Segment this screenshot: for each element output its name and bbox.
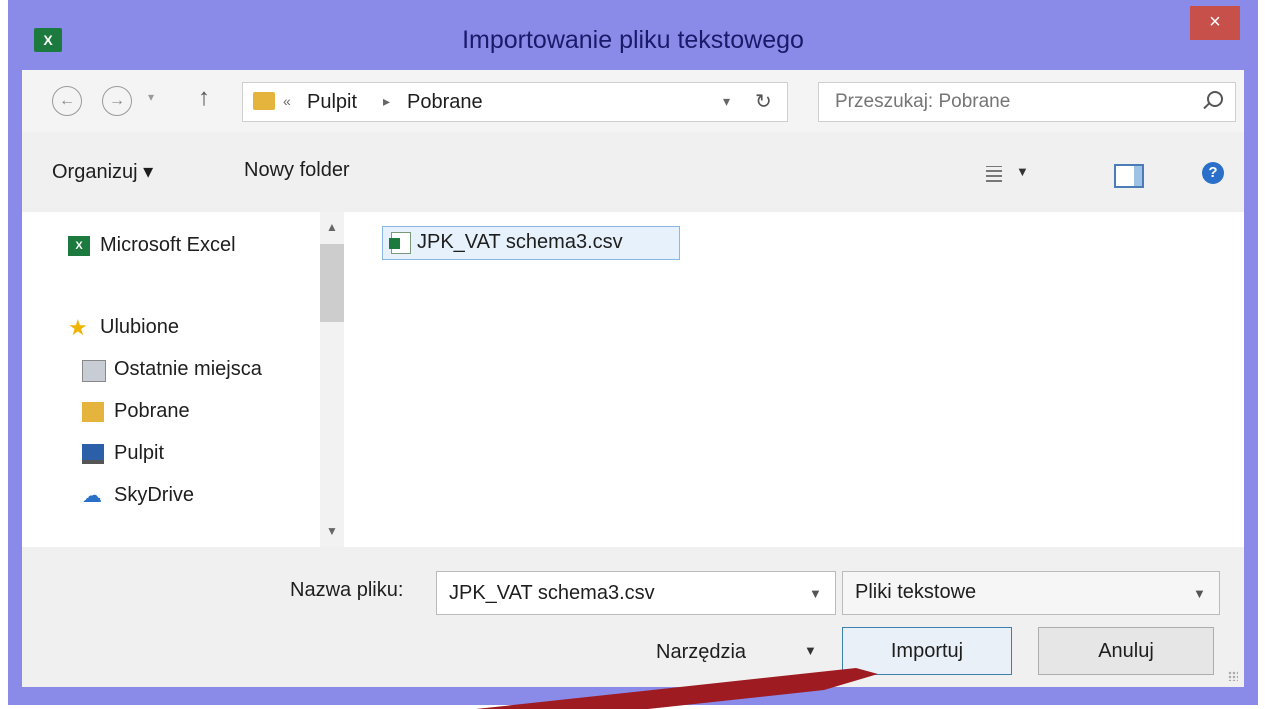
recent-locations-icon[interactable]: ▾ (148, 90, 154, 104)
filetype-select[interactable]: Pliki tekstowe ▼ (842, 571, 1220, 615)
new-folder-button[interactable]: Nowy folder (244, 159, 350, 182)
filetype-value: Pliki tekstowe (855, 581, 977, 603)
filename-label: Nazwa pliku: (290, 579, 404, 601)
sidebar-item-label: Ulubione (100, 316, 179, 338)
filename-input[interactable] (447, 581, 791, 606)
close-button[interactable]: × (1190, 6, 1240, 40)
tools-button[interactable]: Narzędzia (656, 641, 746, 664)
breadcrumb-separator-icon: ▸ (383, 93, 391, 109)
dialog-window: X Importowanie pliku tekstowego × ← → ▾ … (8, 0, 1258, 705)
back-icon[interactable]: ← (52, 86, 82, 116)
scroll-up-icon[interactable]: ▲ (320, 220, 344, 234)
refresh-icon[interactable]: ↻ (755, 89, 772, 114)
file-item[interactable]: JPK_VAT schema3.csv (382, 226, 680, 260)
sidebar-scrollbar[interactable]: ▲ ▼ (320, 212, 344, 547)
search-icon[interactable] (1207, 91, 1223, 107)
sidebar-item-label: Pobrane (114, 400, 190, 422)
import-button[interactable]: Importuj (842, 627, 1012, 675)
sidebar-item-label: Pulpit (114, 442, 165, 464)
organize-button[interactable]: Organizuj ▾ (52, 159, 153, 184)
breadcrumb-overflow[interactable]: « (283, 93, 291, 109)
file-list: JPK_VAT schema3.csv (344, 212, 1244, 547)
sidebar-item-label: SkyDrive (114, 484, 195, 506)
address-bar[interactable]: « Pulpit ▸ Pobrane ▾ ↻ (242, 82, 788, 122)
content-area: X Microsoft Excel ★ Ulubione Ostatnie mi… (22, 212, 1244, 547)
window-title: Importowanie pliku tekstowego (462, 26, 804, 54)
star-icon: ★ (68, 315, 88, 340)
chevron-down-icon[interactable]: ▼ (804, 643, 817, 658)
sidebar-item-label: Ostatnie miejsca (114, 358, 262, 380)
excel-icon: X (68, 236, 90, 256)
title-bar[interactable]: X Importowanie pliku tekstowego × (8, 0, 1258, 70)
breadcrumb-pobrane[interactable]: Pobrane (407, 91, 483, 114)
breadcrumb-pulpit[interactable]: Pulpit (307, 91, 357, 114)
desktop-icon (82, 444, 104, 464)
chevron-down-icon[interactable]: ▼ (1016, 164, 1029, 179)
skydrive-cloud-icon: ☁ (82, 485, 102, 507)
chevron-down-icon[interactable]: ▼ (1193, 586, 1206, 601)
scrollbar-thumb[interactable] (320, 244, 344, 322)
search-input[interactable] (833, 90, 1177, 114)
navigation-bar: ← → ▾ ↑ « Pulpit ▸ Pobrane ▾ ↻ (22, 70, 1244, 132)
chevron-down-icon[interactable]: ▾ (723, 93, 730, 110)
cancel-button[interactable]: Anuluj (1038, 627, 1214, 675)
dialog-body: ← → ▾ ↑ « Pulpit ▸ Pobrane ▾ ↻ Organizuj… (22, 70, 1244, 687)
scroll-down-icon[interactable]: ▼ (320, 524, 344, 538)
view-options-icon[interactable] (986, 166, 1002, 182)
filename-combo[interactable]: ▼ (436, 571, 836, 615)
preview-pane-icon[interactable] (1114, 164, 1144, 188)
dialog-footer: Nazwa pliku: ▼ Pliki tekstowe ▼ Narzędzi… (22, 547, 1244, 687)
downloads-folder-icon (82, 402, 104, 422)
resize-grip-icon[interactable] (1228, 671, 1238, 681)
file-name: JPK_VAT schema3.csv (417, 231, 623, 253)
chevron-down-icon[interactable]: ▼ (809, 586, 822, 601)
command-bar: Organizuj ▾ Nowy folder ▼ ? (22, 132, 1244, 213)
csv-file-icon (389, 232, 411, 254)
navigation-pane: X Microsoft Excel ★ Ulubione Ostatnie mi… (22, 212, 320, 547)
up-arrow-icon[interactable]: ↑ (198, 84, 210, 112)
search-box[interactable] (818, 82, 1236, 122)
folder-icon (253, 92, 275, 110)
help-icon[interactable]: ? (1202, 162, 1224, 184)
recent-places-icon (82, 360, 106, 382)
sidebar-item-label: Microsoft Excel (100, 234, 236, 256)
forward-icon[interactable]: → (102, 86, 132, 116)
